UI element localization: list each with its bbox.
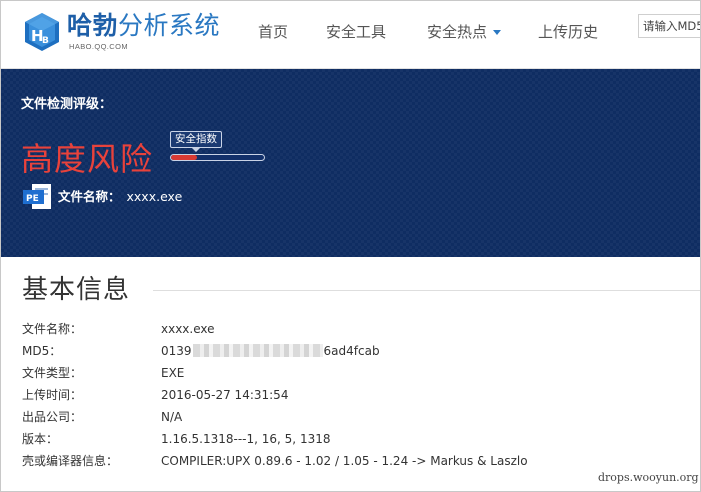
info-key: 文件类型： (22, 366, 83, 380)
info-key: 壳或编译器信息： (22, 454, 119, 468)
md5-search-input[interactable] (638, 14, 700, 38)
info-key: MD5： (22, 344, 62, 358)
rating-label: 文件检测评级： (21, 97, 113, 112)
habo-logo-icon[interactable]: H B (23, 12, 61, 52)
page: H B 哈勃分析系统 HABO.QQ.COM 首页 安全工具 安全热点 上传历史… (0, 0, 701, 492)
nav-security-tools-label: 安全工具 (326, 23, 387, 41)
watermark-text: drops.wooyun.org (596, 471, 700, 484)
info-key: 文件名称： (22, 322, 83, 336)
info-value-md5: 0139 6ad4fcab (161, 341, 380, 361)
banner-file-name-value: xxxx.exe (126, 189, 183, 204)
banner-file-name-key: 文件名称： (58, 189, 121, 204)
info-key: 版本： (22, 432, 59, 446)
info-value: 1.16.5.1318---1, 16, 5, 1318 (161, 432, 331, 446)
pe-file-icon-text: PE (26, 194, 39, 204)
site-title-rest: 分析系统 (118, 11, 221, 40)
security-score-bar (170, 154, 265, 161)
site-brand: 哈勃 (67, 11, 119, 40)
nav-security-hotspot-label: 安全热点 (427, 23, 488, 41)
site-subtitle: HABO.QQ.COM (69, 42, 128, 51)
info-value: N/A (161, 410, 183, 424)
score-tooltip: 安全指数 (170, 131, 222, 148)
score-tooltip-arrow (192, 148, 200, 152)
result-banner: 文件检测评级： 高度风险 安全指数 PE 文件名称： xxxx.exe (1, 69, 700, 257)
info-value: 2016-05-27 14:31:54 (161, 388, 289, 402)
md5-start: 0139 (161, 344, 192, 358)
info-value: xxxx.exe (161, 322, 215, 336)
nav-upload-history-label: 上传历史 (538, 23, 599, 41)
nav-home[interactable]: 首页 (258, 22, 288, 42)
site-title[interactable]: 哈勃分析系统 (67, 11, 220, 41)
md5-redaction-mask (192, 344, 323, 357)
info-key: 上传时间： (22, 388, 83, 402)
section-title-basic-info: 基本信息 (22, 275, 131, 305)
chevron-down-icon (493, 30, 502, 35)
info-value: EXE (161, 366, 185, 380)
risk-level: 高度风险 (21, 140, 154, 178)
banner-file-name: 文件名称： xxxx.exe (58, 188, 182, 205)
svg-text:B: B (42, 36, 49, 46)
nav-home-label: 首页 (258, 23, 289, 41)
nav-upload-history[interactable]: 上传历史 (538, 22, 598, 42)
section-divider (153, 290, 700, 291)
security-score-fill (171, 155, 198, 160)
nav-security-hotspot[interactable]: 安全热点 (427, 22, 502, 42)
top-header: H B 哈勃分析系统 HABO.QQ.COM 首页 安全工具 安全热点 上传历史 (1, 1, 700, 69)
nav-security-tools[interactable]: 安全工具 (326, 22, 386, 42)
md5-end: 6ad4fcab (323, 344, 380, 358)
info-key: 出品公司： (22, 410, 83, 424)
pe-file-icon: PE (23, 184, 51, 209)
info-value: COMPILER:UPX 0.89.6 - 1.02 / 1.05 - 1.24… (161, 454, 528, 468)
